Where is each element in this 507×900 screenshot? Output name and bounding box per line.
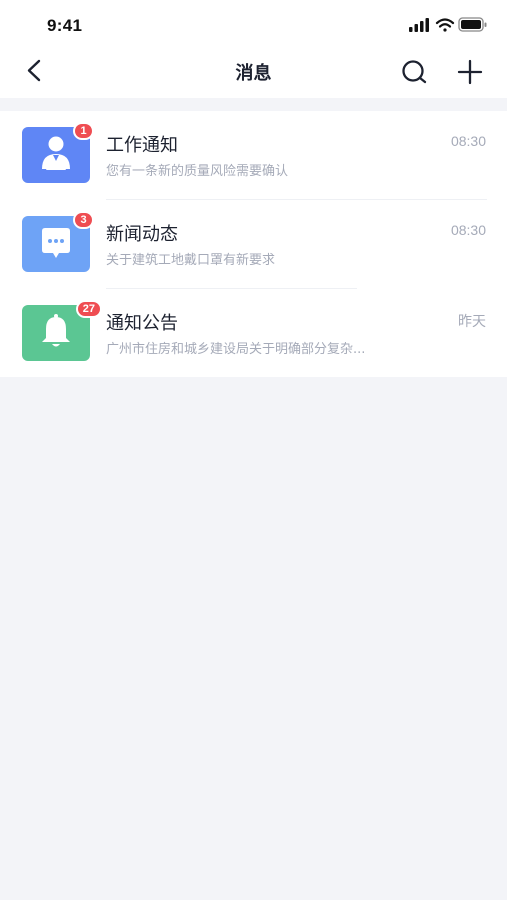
cellular-signal-icon [409, 18, 429, 32]
battery-icon [458, 17, 487, 32]
avatar: 27 [22, 300, 102, 361]
item-subtitle: 您有一条新的质量风险需要确认 [106, 164, 289, 179]
avatar: 3 [22, 211, 94, 272]
unread-badge: 3 [73, 211, 94, 229]
search-button[interactable] [399, 57, 429, 87]
plus-icon [457, 59, 483, 85]
status-time: 9:41 [47, 16, 83, 35]
unread-badge: 1 [73, 122, 94, 140]
item-time: 08:30 [450, 222, 486, 238]
list-item-news[interactable]: 3 新闻动态 关于建筑工地戴口罩有新要求 08:30 [0, 200, 507, 289]
item-time: 08:30 [450, 133, 486, 149]
status-bar: 9:41 [0, 0, 507, 48]
list-item-work-notice[interactable]: 1 工作通知 您有一条新的质量风险需要确认 08:30 [0, 111, 507, 200]
add-button[interactable] [455, 57, 485, 87]
item-title: 通知公告 [106, 313, 178, 334]
page-title: 消息 [235, 63, 272, 84]
item-title: 新闻动态 [106, 224, 178, 245]
list-item-announcement[interactable]: 27 通知公告 广州市住房和城乡建设局关于明确部分复杂... 昨天 [0, 289, 507, 378]
item-subtitle: 广州市住房和城乡建设局关于明确部分复杂... [106, 342, 366, 357]
avatar: 1 [22, 122, 94, 183]
item-title: 工作通知 [106, 135, 178, 156]
navigation-bar: 消息 [0, 48, 507, 98]
item-time: 昨天 [458, 313, 486, 329]
message-list: 1 工作通知 您有一条新的质量风险需要确认 08:30 3 新闻动态 关于建筑工… [0, 111, 507, 377]
unread-badge: 27 [75, 300, 102, 318]
status-icons [409, 16, 487, 34]
item-subtitle: 关于建筑工地戴口罩有新要求 [106, 253, 276, 268]
messages-screen: 9:41 消息 1 工作通知 您有一条新的质量风险需要确认 08:30 3 新闻… [0, 0, 507, 900]
wifi-icon [435, 18, 455, 32]
search-icon [402, 60, 427, 84]
